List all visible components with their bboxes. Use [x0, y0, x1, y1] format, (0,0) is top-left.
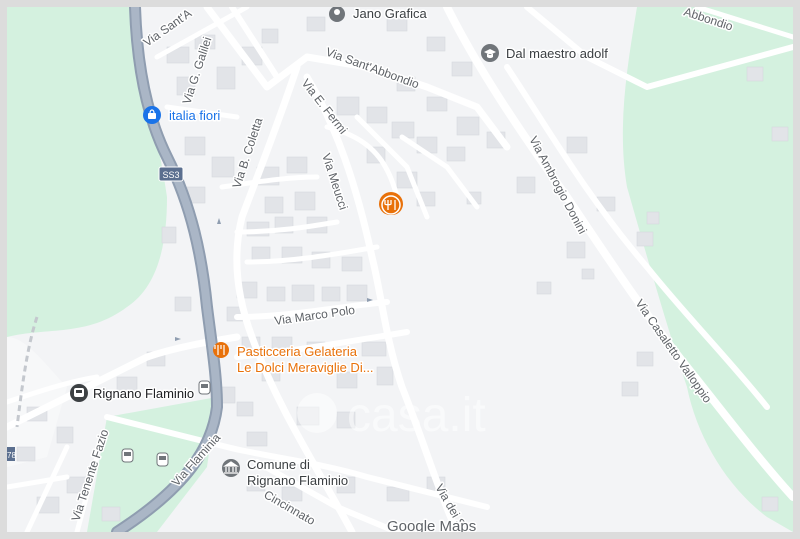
map[interactable]: casa.it Via Sant'A Via G. Galilei Via Sa… — [7, 7, 793, 532]
poi-label-pasticceria-line2: Le Dolci Meraviglie Di... — [237, 360, 374, 375]
poi-label-dal-maestro: Dal maestro adolf — [506, 46, 608, 61]
poi-pasticceria[interactable]: Pasticceria Gelateria Le Dolci Meravigli… — [213, 342, 375, 377]
bus-stop-icon[interactable] — [121, 448, 134, 463]
poi-restaurant[interactable] — [379, 192, 403, 215]
poi-italia-fiori[interactable]: italia fiori — [143, 106, 222, 125]
poi-label-jano-grafica: Jano Grafica — [353, 7, 427, 21]
poi-label-comune-line2: Rignano Flaminio — [247, 473, 348, 488]
bus-stop-icon[interactable] — [198, 380, 211, 395]
edge-shield-label: 78 — [7, 451, 16, 460]
road-shield-label: SS3 — [162, 170, 179, 180]
poi-label-comune-line1: Comune di — [247, 457, 310, 472]
watermark-text: casa.it — [347, 389, 486, 442]
restaurant-icon — [213, 342, 229, 358]
bus-stop-icon[interactable] — [156, 452, 169, 467]
poi-label-pasticceria-line1: Pasticceria Gelateria — [237, 344, 358, 359]
map-attribution: Google Maps — [387, 518, 476, 532]
poi-label-italia-fiori: italia fiori — [169, 108, 220, 123]
poi-label-station: Rignano Flaminio — [93, 386, 194, 401]
map-frame: casa.it Via Sant'A Via G. Galilei Via Sa… — [0, 0, 800, 539]
road-shield: SS3 — [158, 166, 184, 182]
